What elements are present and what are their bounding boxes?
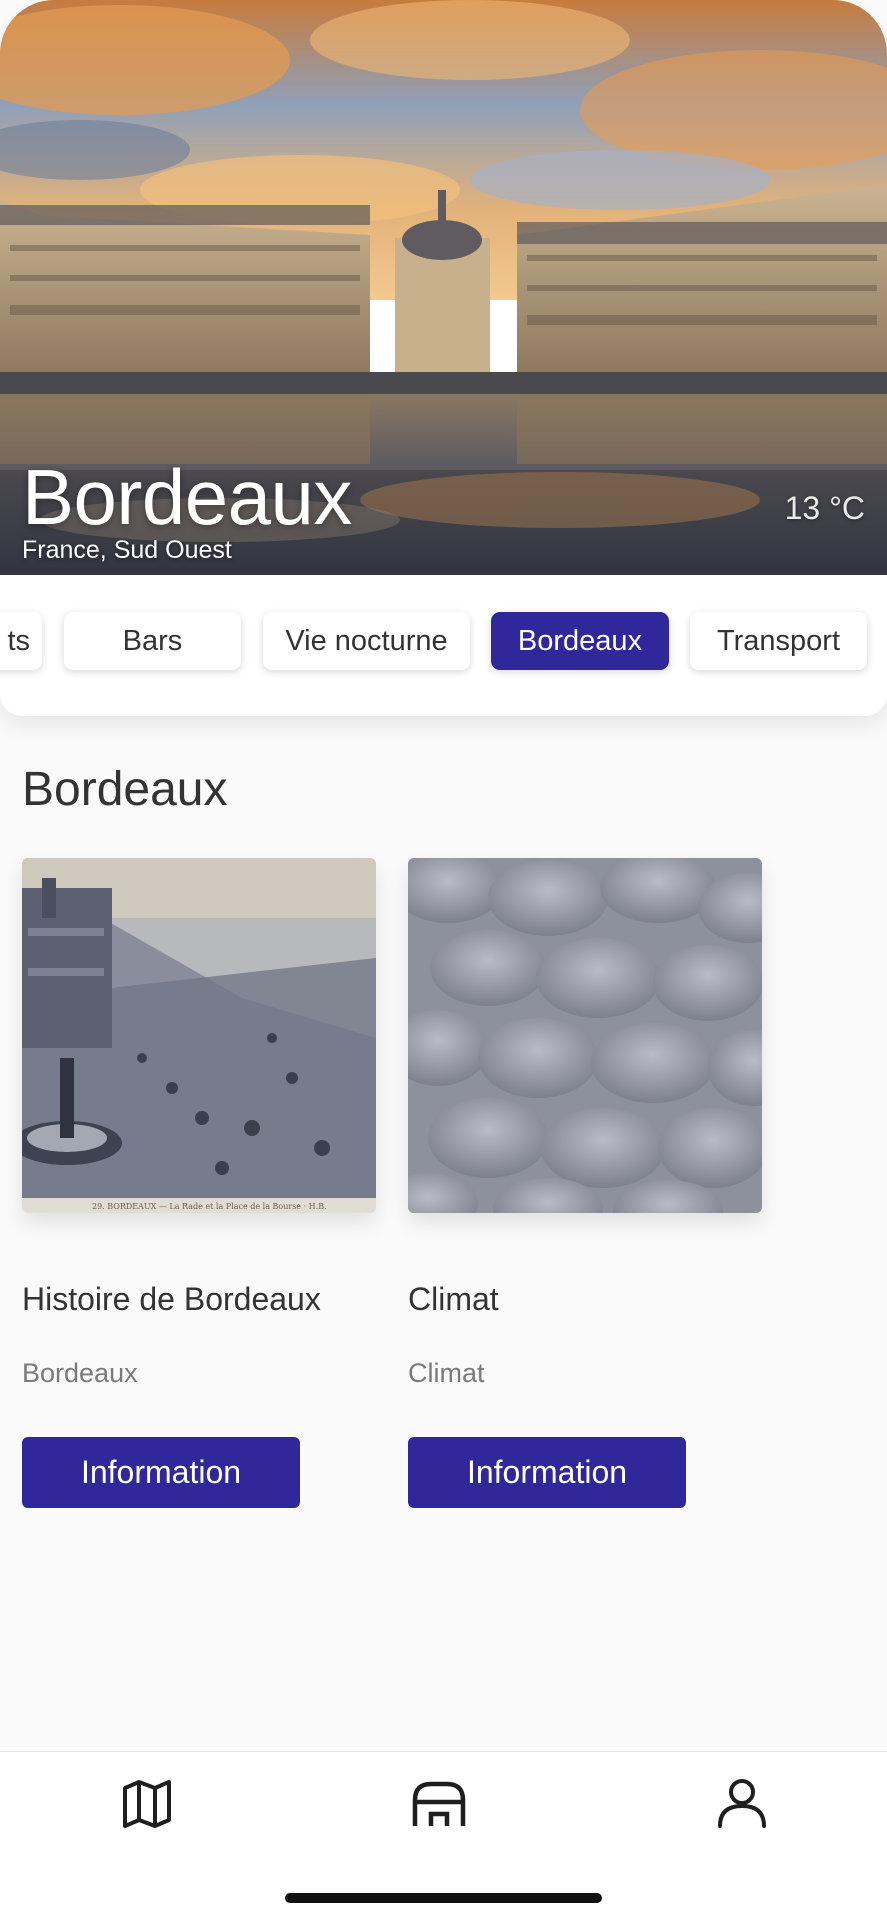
svg-text:29. BORDEAUX — La Rade et la P: 29. BORDEAUX — La Rade et la Place de la… bbox=[92, 1202, 327, 1211]
information-button[interactable]: Information bbox=[22, 1437, 300, 1508]
chip-bordeaux[interactable]: Bordeaux bbox=[491, 612, 669, 670]
card-title: Histoire de Bordeaux bbox=[22, 1281, 321, 1317]
tab-store[interactable] bbox=[409, 1774, 469, 1834]
card-title: Climat bbox=[408, 1281, 499, 1317]
user-icon bbox=[718, 1779, 766, 1828]
chip-bars[interactable]: Bars bbox=[64, 612, 241, 670]
section-title: Bordeaux bbox=[22, 763, 228, 816]
hero-image: Bordeaux France, Sud Ouest 13 °C bbox=[0, 0, 887, 575]
hero-title: Bordeaux bbox=[22, 453, 352, 541]
mammatus-clouds-image bbox=[408, 858, 762, 1213]
hero-subtitle: France, Sud Ouest bbox=[22, 536, 232, 564]
map-icon bbox=[123, 1780, 171, 1828]
store-icon bbox=[412, 1781, 466, 1826]
card-climat: Climat Climat Information bbox=[408, 858, 764, 1508]
card-histoire: 29. BORDEAUX — La Rade et la Place de la… bbox=[22, 858, 378, 1508]
card-image[interactable] bbox=[408, 858, 762, 1213]
temperature-label: 13 °C bbox=[784, 490, 865, 526]
chip-vie-nocturne[interactable]: Vie nocturne bbox=[263, 612, 470, 670]
information-button[interactable]: Information bbox=[408, 1437, 686, 1508]
chip-transport[interactable]: Transport bbox=[690, 612, 867, 670]
tab-map[interactable] bbox=[117, 1774, 177, 1834]
chip-partial[interactable]: ts bbox=[0, 612, 42, 670]
card-image[interactable]: 29. BORDEAUX — La Rade et la Place de la… bbox=[22, 858, 376, 1213]
category-chips: ts Bars Vie nocturne Bordeaux Transport bbox=[0, 612, 887, 670]
home-indicator bbox=[285, 1893, 602, 1903]
tab-profile[interactable] bbox=[712, 1774, 772, 1834]
card-subtitle: Climat bbox=[408, 1358, 485, 1388]
vintage-postcard-image: 29. BORDEAUX — La Rade et la Place de la… bbox=[22, 858, 376, 1213]
hero-card: Bordeaux France, Sud Ouest 13 °C ts Bars… bbox=[0, 0, 887, 716]
card-subtitle: Bordeaux bbox=[22, 1358, 138, 1388]
